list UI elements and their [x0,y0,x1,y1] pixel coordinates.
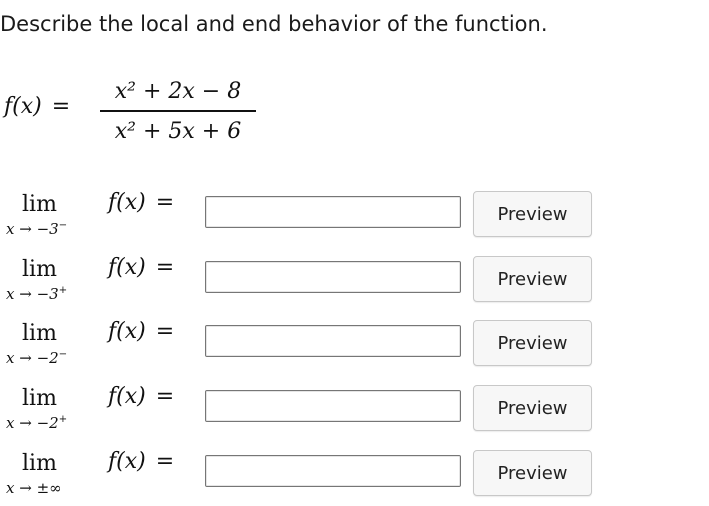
side-marker: + [58,414,68,425]
limit-operator: lim [22,386,57,411]
approach-value: x → −3 [6,220,59,238]
function-call: f(x) [108,319,146,344]
side-marker: − [58,220,68,231]
preview-button-1[interactable]: Preview [473,191,592,237]
function-call: f(x) [108,255,146,280]
side-marker: + [58,285,68,296]
preview-button-4[interactable]: Preview [473,385,592,431]
preview-button-5[interactable]: Preview [473,450,592,496]
answer-input-2[interactable] [205,261,461,293]
equals-sign: = [155,449,175,474]
limit-approach: x → ±∞ [6,479,62,497]
answer-input-5[interactable] [205,455,461,487]
numerator: x² + 2x − 8 [114,79,242,104]
limit-row-5: lim x → ±∞ f(x) = Preview [0,443,709,503]
preview-button-2[interactable]: Preview [473,256,592,302]
limit-row-4: lim x → −2+ f(x) = Preview [0,378,709,438]
limit-approach: x → −2+ [6,414,67,432]
limit-expression: f(x) = [108,255,174,280]
function-name: f(x) [4,94,42,119]
rational-expression: x² + 2x − 8 x² + 5x + 6 [100,76,256,148]
function-call: f(x) [108,449,146,474]
equals-sign: = [155,190,175,215]
limit-expression: f(x) = [108,190,174,215]
function-call: f(x) [108,190,146,215]
denominator: x² + 5x + 6 [114,119,242,144]
limit-row-2: lim x → −3+ f(x) = Preview [0,249,709,309]
equals-sign: = [155,255,175,280]
question-prompt: Describe the local and end behavior of t… [0,12,548,36]
limit-row-1: lim x → −3− f(x) = Preview [0,184,709,244]
limit-approach: x → −3+ [6,285,67,303]
limit-operator: lim [22,192,57,217]
equals-sign: = [155,319,175,344]
function-call: f(x) [108,384,146,409]
limit-operator: lim [22,257,57,282]
approach-value: x → −2 [6,414,59,432]
limit-expression: f(x) = [108,449,174,474]
limit-operator: lim [22,321,57,346]
approach-value: x → ±∞ [6,479,62,497]
limit-operator: lim [22,451,57,476]
limit-expression: f(x) = [108,319,174,344]
side-marker: − [58,349,68,360]
limit-approach: x → −3− [6,220,67,238]
answer-input-4[interactable] [205,390,461,422]
fraction-bar [100,110,256,112]
limit-expression: f(x) = [108,384,174,409]
approach-value: x → −3 [6,285,59,303]
answer-input-1[interactable] [205,196,461,228]
approach-value: x → −2 [6,349,59,367]
limit-approach: x → −2− [6,349,67,367]
function-definition: f(x) = [4,94,70,119]
equals-sign: = [155,384,175,409]
preview-button-3[interactable]: Preview [473,320,592,366]
limit-row-3: lim x → −2− f(x) = Preview [0,313,709,373]
answer-input-3[interactable] [205,325,461,357]
equals-sign: = [51,94,71,119]
